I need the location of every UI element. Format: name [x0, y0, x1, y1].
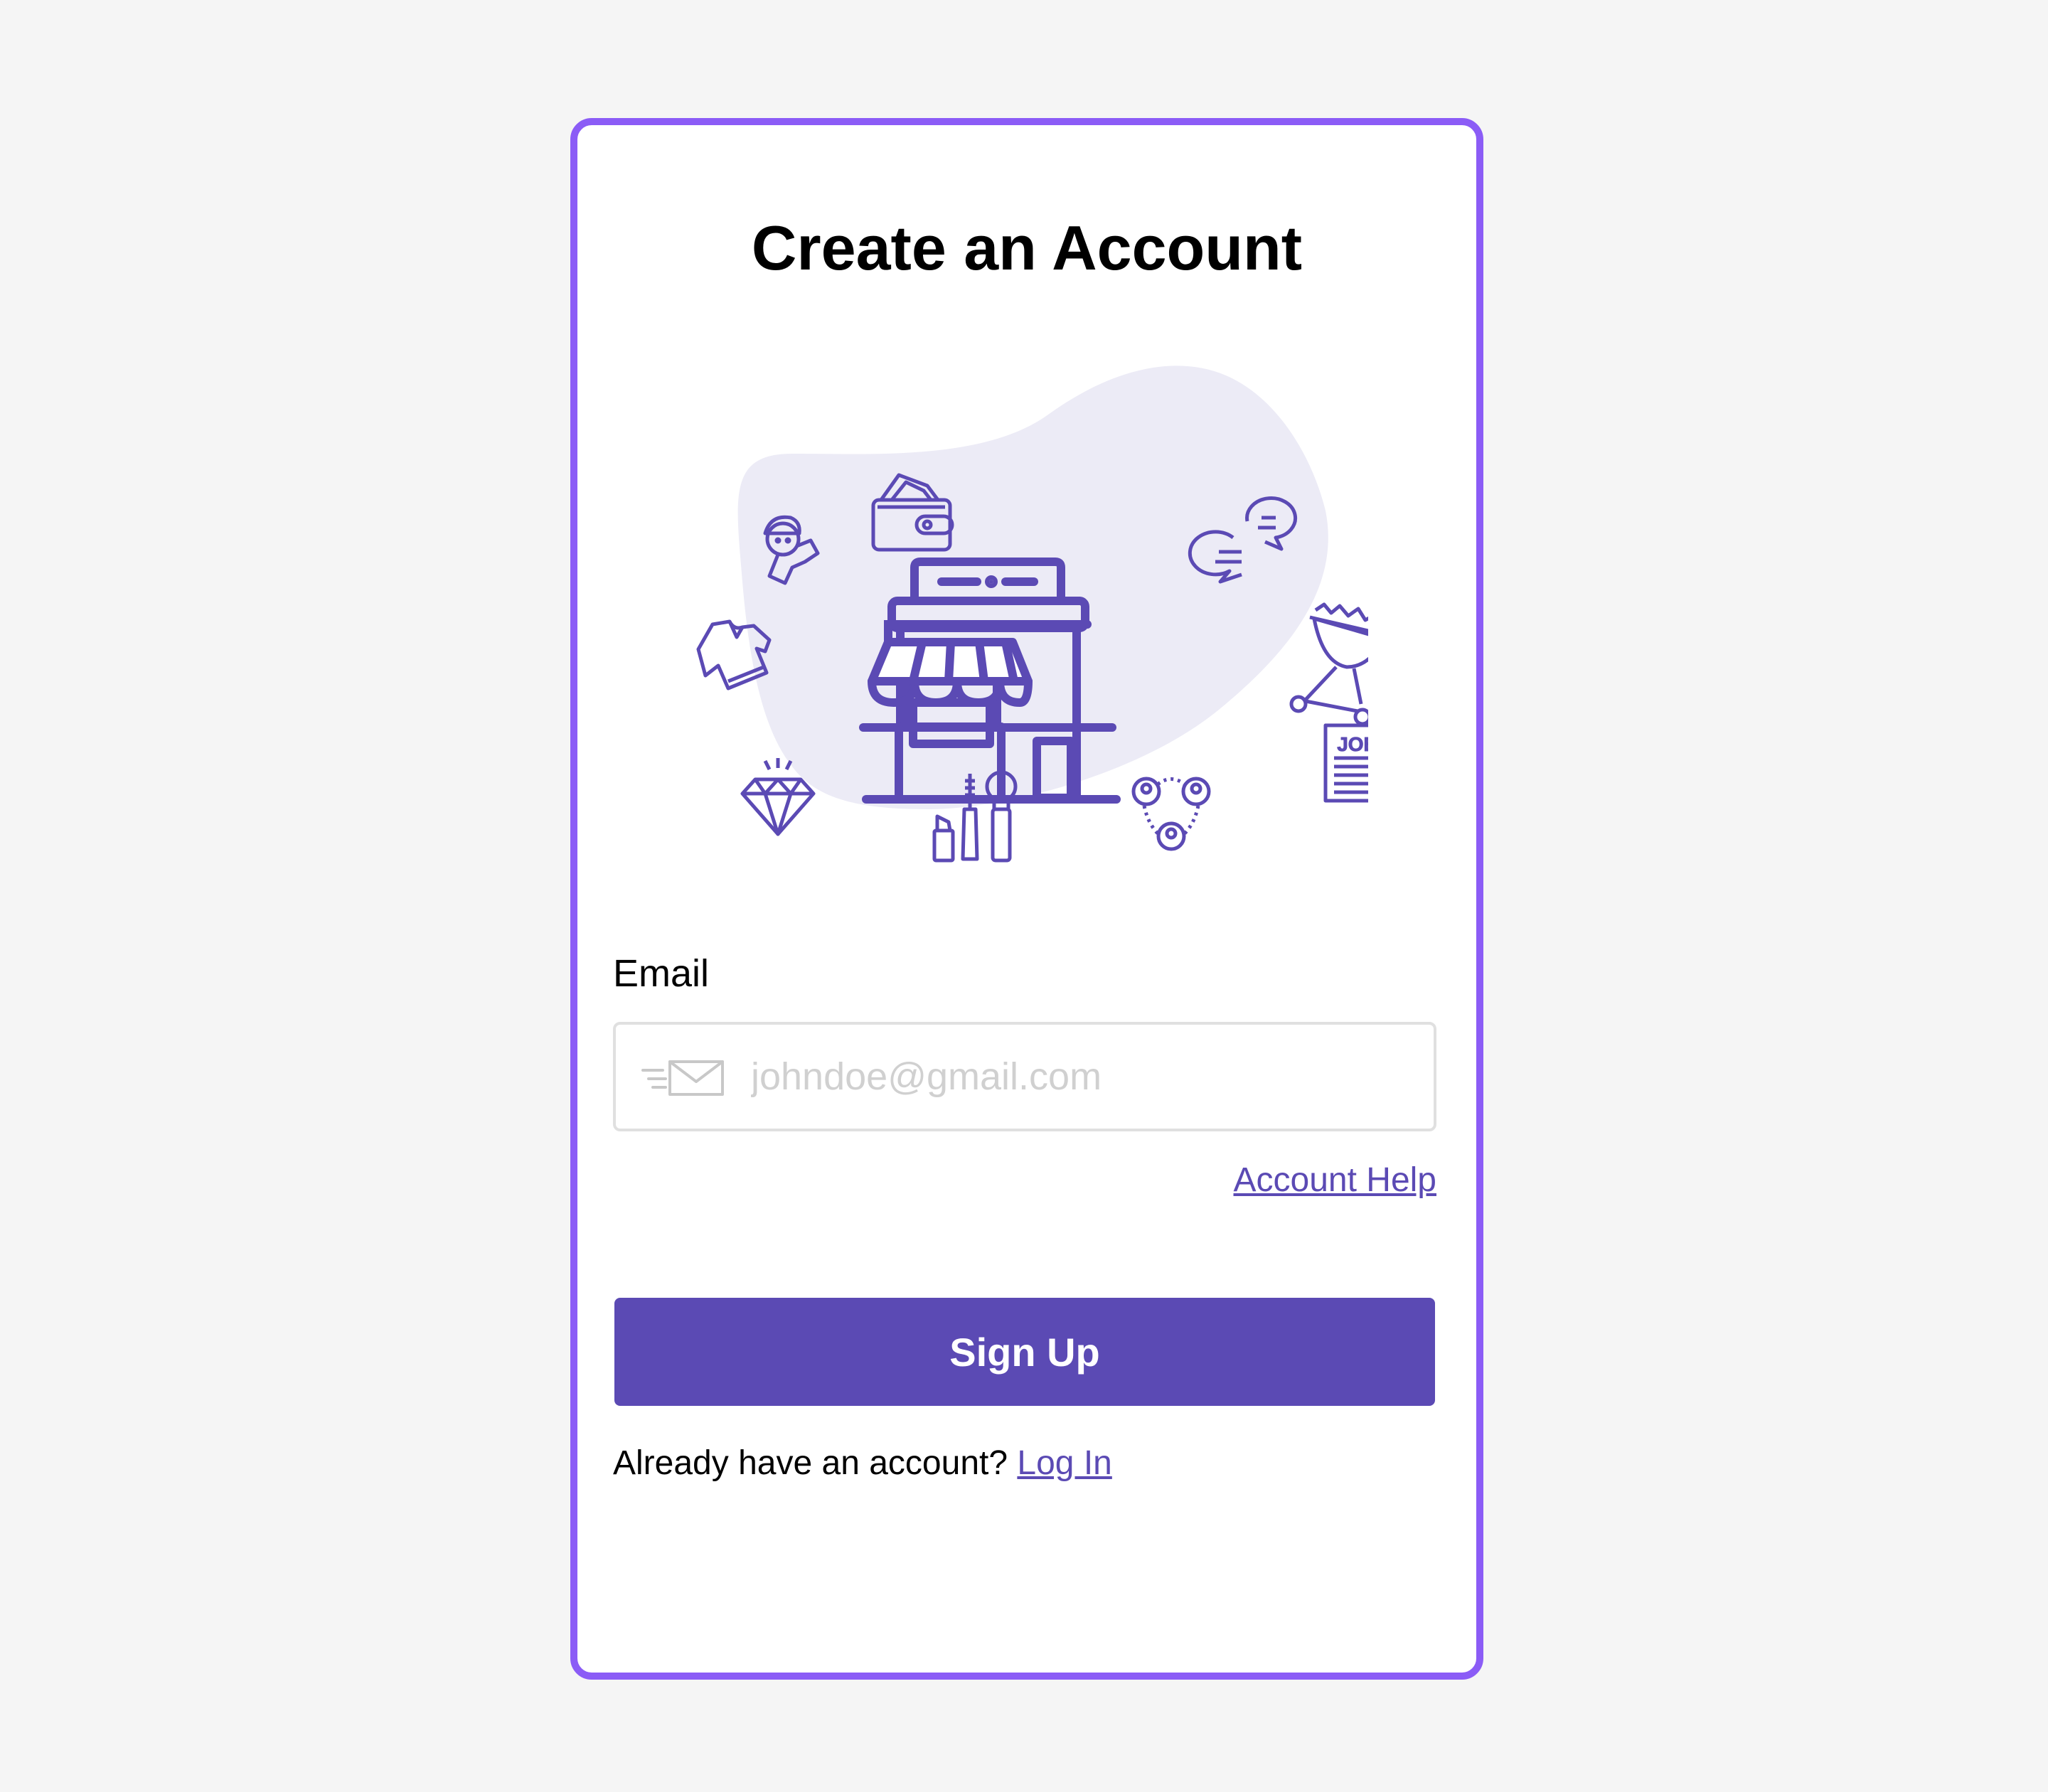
signup-card: Create an Account JO Email johndoe@gmail… — [570, 118, 1483, 1680]
log-in-link[interactable]: Log In — [1017, 1444, 1111, 1482]
hero-illustration: JOB — [696, 366, 1368, 863]
job-document-icon: JOB — [1323, 723, 1368, 803]
email-label: Email — [613, 952, 710, 995]
email-field[interactable] — [613, 1022, 1436, 1131]
login-prompt: Already have an account? Log In — [613, 1444, 1112, 1483]
page-title: Create an Account — [751, 213, 1303, 283]
sign-up-button[interactable]: Sign Up — [614, 1298, 1435, 1406]
mail-icon — [641, 1060, 724, 1096]
login-prompt-text: Already have an account? — [613, 1444, 1018, 1482]
grill-icon — [1289, 602, 1368, 726]
network-icon — [1131, 777, 1211, 851]
email-input[interactable] — [751, 1025, 1419, 1129]
svg-text:JOB: JOB — [1337, 733, 1368, 755]
account-help-link[interactable]: Account Help — [1234, 1161, 1437, 1200]
